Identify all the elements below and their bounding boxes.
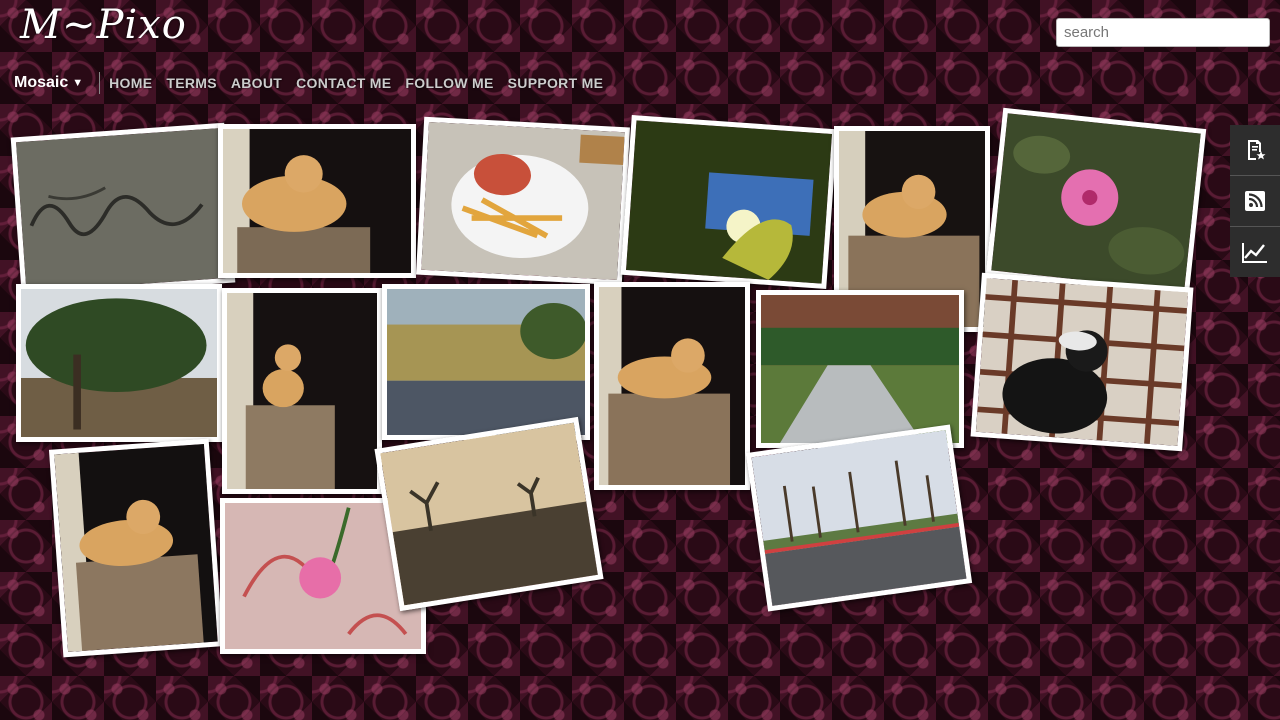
black-bird-photo[interactable] [970,272,1194,452]
main-nav: Mosaic ▼ HOME TERMS ABOUT CONTACT ME FOL… [14,70,603,96]
pink-hibiscus-photo[interactable] [985,107,1207,297]
orange-cat-photo[interactable] [594,282,750,490]
stats-button[interactable] [1230,227,1280,277]
orange-cat-photo[interactable] [222,288,382,494]
view-selector-button[interactable]: Mosaic ▼ [14,72,101,94]
fries-sandwich-photo[interactable] [416,116,630,286]
caret-down-icon: ▼ [72,77,84,89]
dusk-trees-photo[interactable] [374,416,604,612]
orange-cat-photo[interactable] [48,438,224,658]
stats-icon [1242,243,1267,263]
nav-home[interactable]: HOME [109,75,152,91]
nav-support-me[interactable]: SUPPORT ME [508,75,604,91]
rss-feed-icon [1245,191,1265,211]
willow-tree-photo[interactable] [16,284,222,442]
orange-cat-photo[interactable] [218,124,416,278]
nav-contact-me[interactable]: CONTACT ME [296,75,391,91]
garden-path-photo[interactable] [756,290,964,448]
nav-menu: HOME TERMS ABOUT CONTACT ME FOLLOW ME SU… [109,75,603,91]
view-selector-label: Mosaic [14,74,69,91]
reed-field-photo[interactable] [382,284,590,440]
nav-follow-me[interactable]: FOLLOW ME [405,75,493,91]
sand-writing-photo[interactable] [10,122,236,298]
sunlit-hand-photo[interactable] [620,115,838,289]
nav-terms[interactable]: TERMS [166,75,217,91]
nav-about[interactable]: ABOUT [231,75,282,91]
rss-feed-button[interactable] [1230,176,1280,227]
featured-posts-icon [1248,140,1266,160]
sidebar-toolbar [1230,125,1280,277]
search-input[interactable] [1056,18,1270,47]
site-logo[interactable]: M~Pixo [20,2,187,48]
palm-road-photo[interactable] [745,424,973,612]
featured-posts-button[interactable] [1230,125,1280,176]
